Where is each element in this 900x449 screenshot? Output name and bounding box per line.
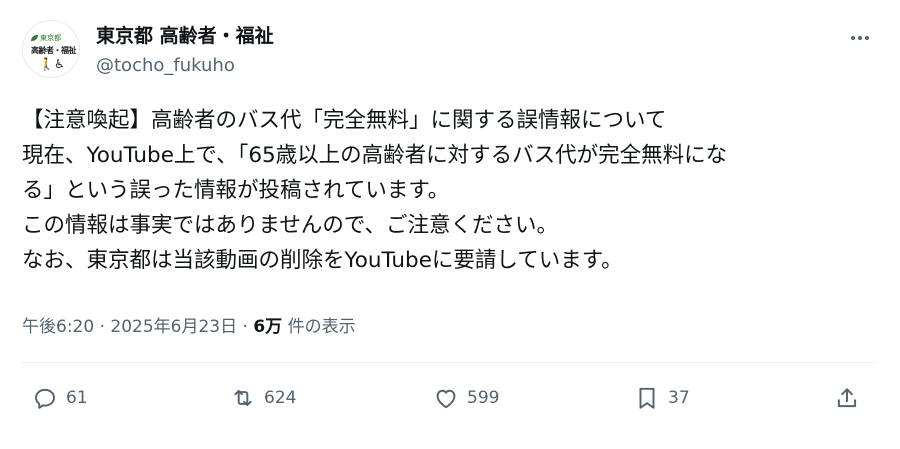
post-text: 【注意喚起】高齢者のバス代「完全無料」に関する誤情報について 現在、YouTub… <box>22 103 882 278</box>
divider <box>22 362 878 363</box>
share-icon <box>837 388 857 408</box>
repost-button[interactable]: 624 <box>230 385 296 411</box>
account-name[interactable]: 東京都 高齢者・福祉 <box>96 24 274 48</box>
post-line: 現在、YouTube上で、「65歳以上の高齢者に対するバス代が完全無料にな <box>22 143 728 168</box>
leaf-icon <box>31 35 38 41</box>
meta-separator: · <box>99 317 105 337</box>
avatar[interactable]: 東京都 高齢者・福祉 🚶♿ <box>22 20 80 78</box>
reply-count: 61 <box>66 388 88 408</box>
more-dot <box>851 36 855 40</box>
avatar-logo-text: 東京都 <box>40 34 61 42</box>
avatar-logo-top: 東京都 <box>31 33 61 43</box>
views-label: 件の表示 <box>287 317 356 337</box>
bookmark-icon <box>639 387 655 409</box>
avatar-logo-icons: 🚶♿ <box>39 57 65 71</box>
meta-separator: · <box>242 317 248 337</box>
post-date[interactable]: 2025年6月23日 <box>110 317 237 337</box>
bookmark-count: 37 <box>668 388 690 408</box>
post-line: 【注意喚起】高齢者のバス代「完全無料」に関する誤情報について <box>22 108 667 133</box>
post-time[interactable]: 午後6:20 <box>22 317 94 337</box>
post-line: る」という誤った情報が投稿されています。 <box>22 178 450 203</box>
avatar-logo-mid: 高齢者・福祉 <box>31 46 77 55</box>
reply-icon <box>35 388 55 409</box>
reply-button[interactable]: 61 <box>32 385 88 411</box>
like-count: 599 <box>467 388 500 408</box>
heart-icon <box>436 389 456 409</box>
account-handle[interactable]: @tocho_fukuho <box>96 55 235 77</box>
action-bar: 61 624 599 37 <box>0 385 900 425</box>
share-button[interactable] <box>834 385 860 411</box>
like-button[interactable]: 599 <box>433 385 499 411</box>
post-line: この情報は事実ではありませんので、ご注意ください。 <box>22 213 558 238</box>
post-meta: 午後6:20 · 2025年6月23日 · 6万 件の表示 <box>22 315 356 339</box>
repost-count: 624 <box>264 388 297 408</box>
repost-icon <box>234 389 252 407</box>
more-dot <box>858 36 862 40</box>
more-icon[interactable] <box>848 26 872 50</box>
post-line: なお、東京都は当該動画の削除をYouTubeに要請しています。 <box>22 248 623 273</box>
bookmark-button[interactable]: 37 <box>634 385 690 411</box>
views-count: 6万 <box>253 317 283 337</box>
more-dot <box>865 36 869 40</box>
